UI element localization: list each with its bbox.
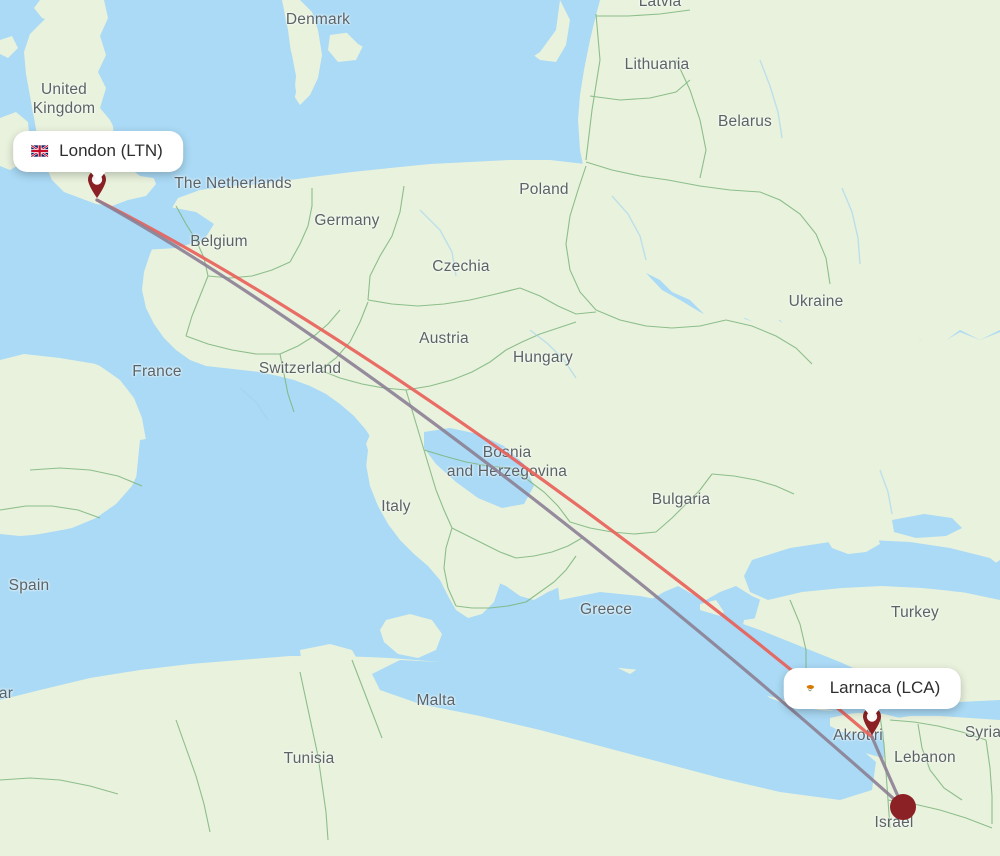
callout-london[interactable]: London (LTN) bbox=[13, 131, 183, 181]
route-london-larnaca[interactable] bbox=[95, 198, 874, 739]
route-london-telaviv[interactable] bbox=[95, 198, 905, 809]
flag-cy-icon bbox=[801, 682, 819, 694]
flight-route-map[interactable]: .land{fill:#e9f2dd;} .land2{fill:#ecf3e0… bbox=[0, 0, 1000, 856]
callout-label-london: London (LTN) bbox=[59, 141, 163, 160]
flight-routes-layer bbox=[95, 198, 905, 809]
marker-dot-telaviv[interactable] bbox=[890, 794, 916, 820]
callout-larnaca[interactable]: Larnaca (LCA) bbox=[783, 668, 961, 718]
flag-gb-icon bbox=[31, 145, 49, 157]
callout-label-larnaca: Larnaca (LCA) bbox=[829, 678, 941, 697]
